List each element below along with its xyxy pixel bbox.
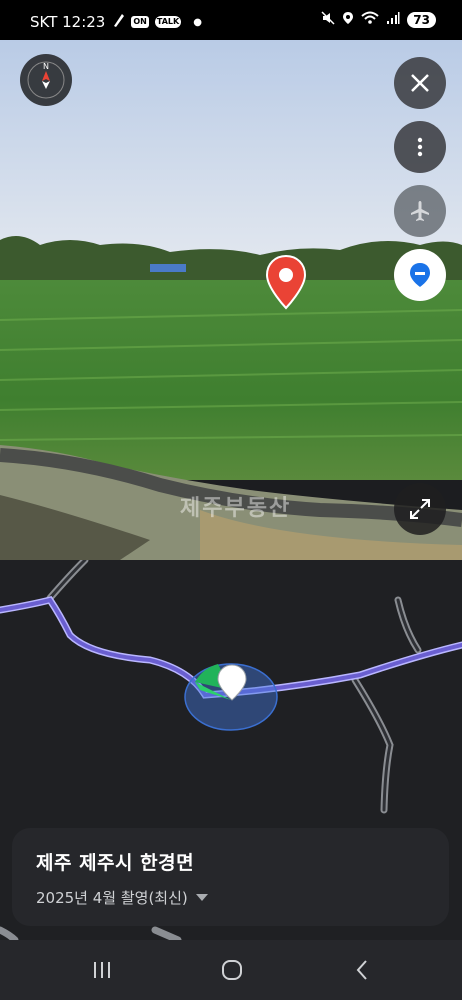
expand-button[interactable] bbox=[394, 483, 446, 535]
street-view-panorama[interactable]: 제주부동산 bbox=[0, 40, 462, 560]
back-button[interactable] bbox=[342, 954, 382, 986]
location-info-card[interactable]: 제주 제주시 한경면 2025년 4월 촬영(최신) bbox=[12, 828, 449, 926]
battery-indicator: 73 bbox=[407, 12, 436, 28]
on-badge: ON bbox=[131, 16, 149, 28]
system-nav-bar bbox=[0, 940, 462, 1000]
capture-date-label: 2025년 4월 촬영(최신) bbox=[36, 889, 188, 907]
my-location-button[interactable] bbox=[394, 249, 446, 301]
capture-date-selector[interactable]: 2025년 4월 촬영(최신) bbox=[36, 887, 425, 908]
dot-icon: ● bbox=[193, 16, 202, 28]
flight-view-button[interactable] bbox=[394, 185, 446, 237]
watermark: 제주부동산 bbox=[180, 496, 292, 521]
recents-button[interactable] bbox=[82, 954, 122, 986]
svg-text:N: N bbox=[43, 62, 49, 71]
location-title: 제주 제주시 한경면 bbox=[36, 852, 195, 874]
place-pin-icon[interactable] bbox=[264, 254, 308, 310]
home-button[interactable] bbox=[212, 954, 252, 986]
home-icon bbox=[222, 960, 242, 980]
wifi-icon bbox=[361, 11, 379, 29]
carrier-time: SKT 12:23 bbox=[30, 13, 106, 31]
location-status-icon bbox=[342, 11, 354, 29]
close-button[interactable] bbox=[394, 57, 446, 109]
mute-icon bbox=[321, 11, 335, 29]
compass-button[interactable]: N bbox=[20, 54, 72, 106]
recents-icon bbox=[94, 962, 110, 978]
notification-icon bbox=[111, 12, 125, 32]
location-pin-icon bbox=[410, 263, 430, 287]
more-vert-icon bbox=[417, 137, 423, 157]
status-right: 73 bbox=[321, 11, 436, 29]
talk-badge: TALK bbox=[154, 16, 182, 28]
signal-icon bbox=[386, 11, 400, 29]
street-view-scene bbox=[0, 40, 462, 560]
expand-icon bbox=[410, 499, 430, 519]
compass-icon: N bbox=[27, 61, 65, 99]
chevron-down-icon bbox=[195, 894, 208, 901]
close-icon bbox=[411, 74, 429, 92]
more-options-button[interactable] bbox=[394, 121, 446, 173]
status-bar: SKT 12:23 ON TALK ● 73 bbox=[0, 0, 462, 40]
back-icon bbox=[356, 960, 367, 980]
airplane-icon bbox=[411, 201, 429, 221]
status-left: SKT 12:23 ON TALK ● bbox=[30, 12, 202, 32]
